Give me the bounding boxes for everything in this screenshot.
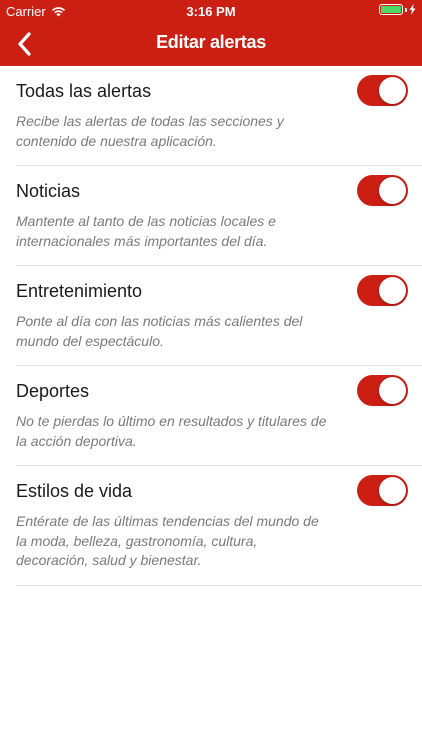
alert-row-todas: Todas las alertas Recibe las alertas de … <box>16 66 422 166</box>
charging-bolt-icon <box>409 4 416 15</box>
toggle-estilos-de-vida[interactable] <box>357 475 408 506</box>
toggle-entretenimiento[interactable] <box>357 275 408 306</box>
page-title: Editar alertas <box>156 32 266 52</box>
battery-icon <box>379 4 403 15</box>
header: Carrier 3:16 PM Editar alertas <box>0 0 422 66</box>
alert-row-noticias: Noticias Mantente al tanto de las notici… <box>16 166 422 266</box>
toggle-deportes[interactable] <box>357 375 408 406</box>
toggle-todas-las-alertas[interactable] <box>357 75 408 106</box>
alert-description: Ponte al día con las noticias más calien… <box>16 313 303 349</box>
battery-indicator <box>379 4 416 15</box>
alerts-list: Todas las alertas Recibe las alertas de … <box>0 66 422 586</box>
alert-description: Recibe las alertas de todas las seccione… <box>16 113 284 149</box>
status-time: 3:16 PM <box>186 4 236 19</box>
alert-row-entretenimiento: Entretenimiento Ponte al día con las not… <box>16 266 422 366</box>
alert-description: Entérate de las últimas tendencias del m… <box>16 513 319 568</box>
alert-row-deportes: Deportes No te pierdas lo último en resu… <box>16 366 422 466</box>
alert-row-estilos-de-vida: Estilos de vida Entérate de las últimas … <box>16 466 422 586</box>
alert-description: Mantente al tanto de las noticias locale… <box>16 213 276 249</box>
navigation-bar: Editar alertas <box>0 22 422 66</box>
toggle-noticias[interactable] <box>357 175 408 206</box>
alert-description: No te pierdas lo último en resultados y … <box>16 413 327 449</box>
battery-level <box>381 6 401 13</box>
status-bar: Carrier 3:16 PM <box>0 0 422 22</box>
